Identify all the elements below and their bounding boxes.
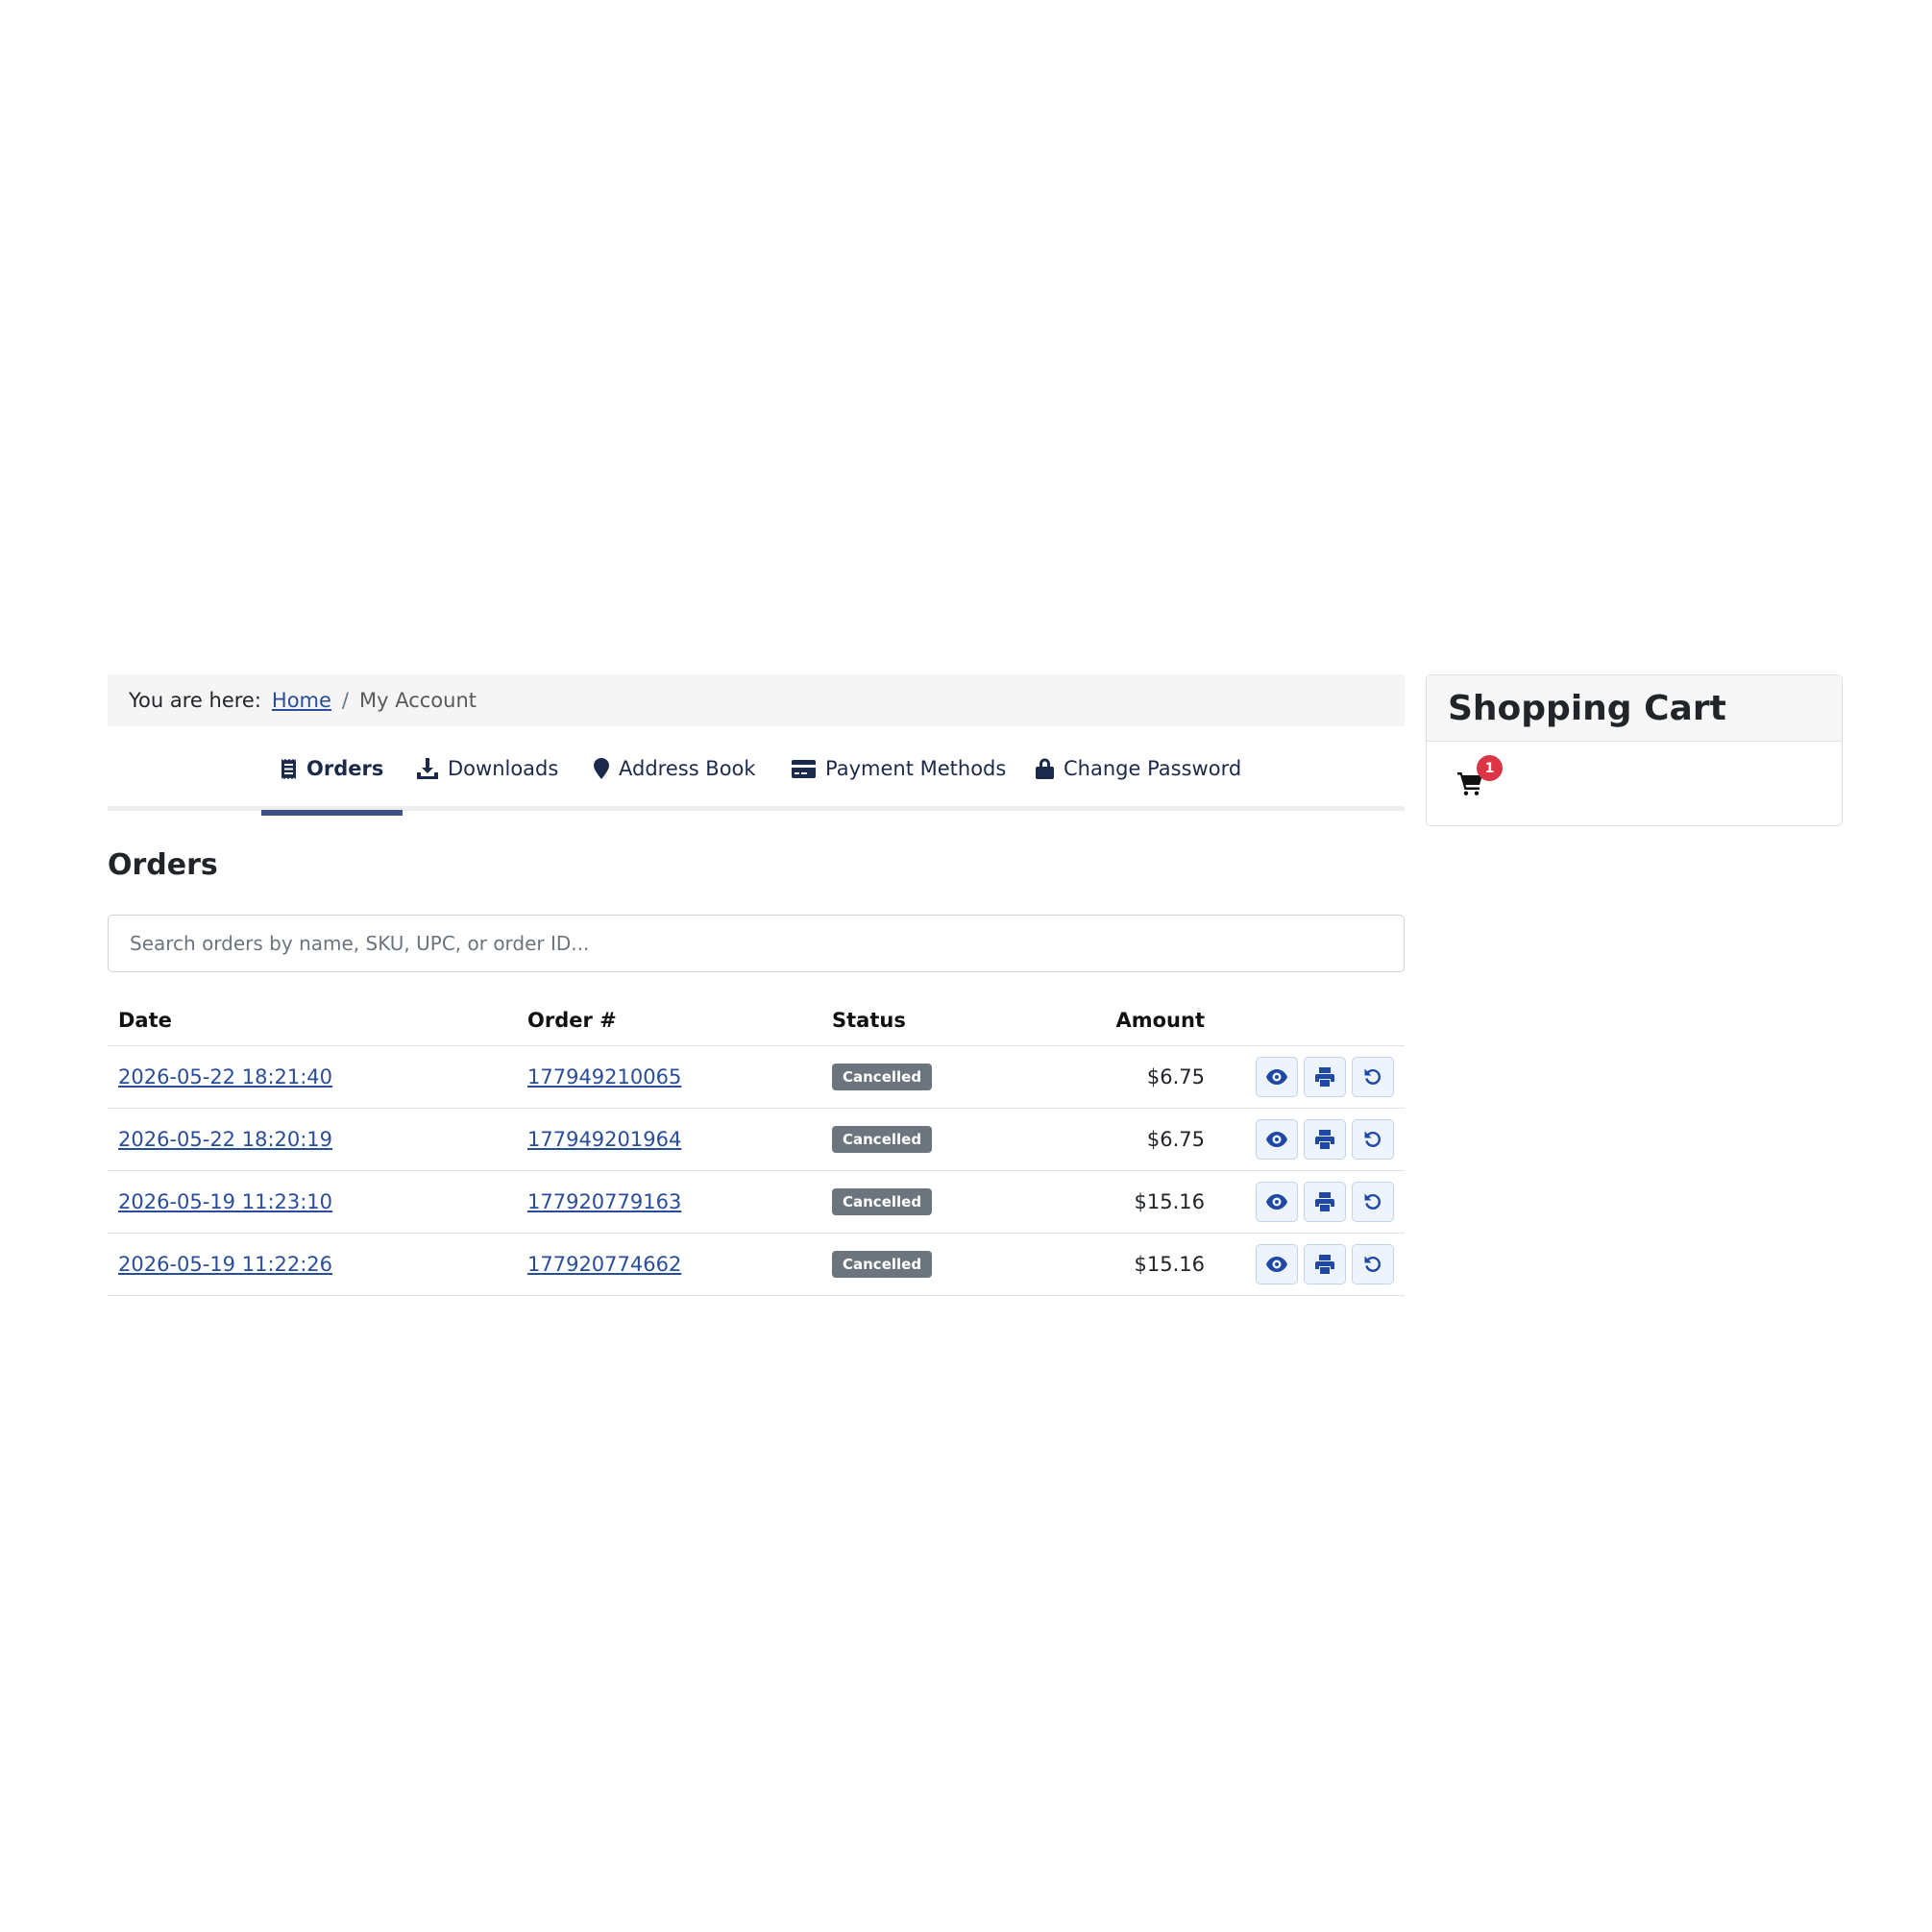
shopping-cart-title: Shopping Cart — [1427, 675, 1842, 742]
order-number-link[interactable]: 177920774662 — [527, 1253, 681, 1276]
map-marker-icon — [594, 758, 609, 779]
cart-button[interactable] — [1457, 772, 1482, 799]
account-main: You are here: Home / My Account Orders D… — [108, 674, 1405, 1296]
order-number-link[interactable]: 177949201964 — [527, 1128, 681, 1151]
reorder-icon — [1364, 1193, 1381, 1210]
tab-downloads-label: Downloads — [448, 757, 559, 780]
row-actions — [1226, 1182, 1394, 1222]
reorder-icon — [1364, 1131, 1381, 1147]
reorder-button[interactable] — [1352, 1119, 1394, 1160]
reorder-icon — [1364, 1256, 1381, 1272]
table-row: 2026-05-22 18:21:40 177949210065 Cancell… — [108, 1045, 1405, 1109]
order-amount: $15.16 — [1065, 1233, 1215, 1296]
orders-table: Date Order # Status Amount 2026-05-22 18… — [108, 995, 1405, 1296]
order-amount: $15.16 — [1065, 1170, 1215, 1234]
breadcrumb-home-link[interactable]: Home — [272, 689, 331, 712]
tab-orders-label: Orders — [306, 757, 384, 780]
tab-payment-methods-label: Payment Methods — [825, 757, 1007, 780]
eye-icon — [1266, 1257, 1287, 1272]
tab-downloads[interactable]: Downloads — [417, 726, 558, 811]
breadcrumb-separator: / — [341, 689, 349, 712]
tab-address-book[interactable]: Address Book — [594, 726, 756, 811]
status-badge: Cancelled — [832, 1126, 933, 1153]
print-icon — [1315, 1130, 1334, 1149]
breadcrumb-current: My Account — [359, 689, 477, 712]
tab-change-password-label: Change Password — [1064, 757, 1242, 780]
cart-count-badge: 1 — [1477, 755, 1503, 781]
receipt-icon — [281, 758, 296, 779]
order-amount: $6.75 — [1065, 1045, 1215, 1109]
order-date-link[interactable]: 2026-05-19 11:23:10 — [118, 1190, 332, 1213]
table-row: 2026-05-19 11:22:26 177920774662 Cancell… — [108, 1233, 1405, 1296]
tab-orders[interactable]: Orders — [260, 726, 404, 816]
shopping-cart-panel: Shopping Cart 1 — [1426, 674, 1843, 826]
reorder-icon — [1364, 1068, 1381, 1085]
print-order-button[interactable] — [1304, 1119, 1346, 1160]
order-date-link[interactable]: 2026-05-19 11:22:26 — [118, 1253, 332, 1276]
order-number-link[interactable]: 177920779163 — [527, 1190, 681, 1213]
print-order-button[interactable] — [1304, 1057, 1346, 1097]
row-actions — [1226, 1119, 1394, 1160]
column-header-date: Date — [108, 995, 517, 1046]
status-badge: Cancelled — [832, 1251, 933, 1278]
credit-card-icon — [792, 759, 816, 778]
row-actions — [1226, 1057, 1394, 1097]
column-header-amount: Amount — [1065, 995, 1215, 1046]
order-amount: $6.75 — [1065, 1108, 1215, 1171]
account-tabs: Orders Downloads Address Book Payment Me… — [108, 726, 1405, 816]
table-header-row: Date Order # Status Amount — [108, 995, 1405, 1046]
download-icon — [417, 758, 438, 779]
print-icon — [1315, 1067, 1334, 1087]
print-order-button[interactable] — [1304, 1182, 1346, 1222]
shopping-cart-body: 1 — [1427, 742, 1842, 826]
search-input[interactable] — [108, 915, 1405, 972]
column-header-order: Order # — [517, 995, 821, 1046]
reorder-button[interactable] — [1352, 1057, 1394, 1097]
reorder-button[interactable] — [1352, 1182, 1394, 1222]
lock-icon — [1036, 758, 1054, 779]
breadcrumb: You are here: Home / My Account — [108, 674, 1405, 726]
eye-icon — [1266, 1194, 1287, 1210]
page-title: Orders — [108, 848, 218, 882]
view-order-button[interactable] — [1256, 1182, 1298, 1222]
eye-icon — [1266, 1132, 1287, 1147]
print-icon — [1315, 1255, 1334, 1274]
status-badge: Cancelled — [832, 1064, 933, 1090]
view-order-button[interactable] — [1256, 1119, 1298, 1160]
row-actions — [1226, 1244, 1394, 1284]
eye-icon — [1266, 1069, 1287, 1085]
print-order-button[interactable] — [1304, 1244, 1346, 1284]
tab-address-book-label: Address Book — [619, 757, 756, 780]
column-header-actions — [1215, 995, 1405, 1046]
table-row: 2026-05-22 18:20:19 177949201964 Cancell… — [108, 1108, 1405, 1171]
order-number-link[interactable]: 177949210065 — [527, 1065, 681, 1088]
reorder-button[interactable] — [1352, 1244, 1394, 1284]
order-date-link[interactable]: 2026-05-22 18:21:40 — [118, 1065, 332, 1088]
breadcrumb-prefix: You are here: — [129, 689, 261, 712]
view-order-button[interactable] — [1256, 1244, 1298, 1284]
column-header-status: Status — [821, 995, 1065, 1046]
table-row: 2026-05-19 11:23:10 177920779163 Cancell… — [108, 1170, 1405, 1234]
print-icon — [1315, 1192, 1334, 1211]
view-order-button[interactable] — [1256, 1057, 1298, 1097]
tab-change-password[interactable]: Change Password — [1036, 726, 1241, 811]
status-badge: Cancelled — [832, 1188, 933, 1215]
order-date-link[interactable]: 2026-05-22 18:20:19 — [118, 1128, 332, 1151]
tab-payment-methods[interactable]: Payment Methods — [792, 726, 1006, 811]
